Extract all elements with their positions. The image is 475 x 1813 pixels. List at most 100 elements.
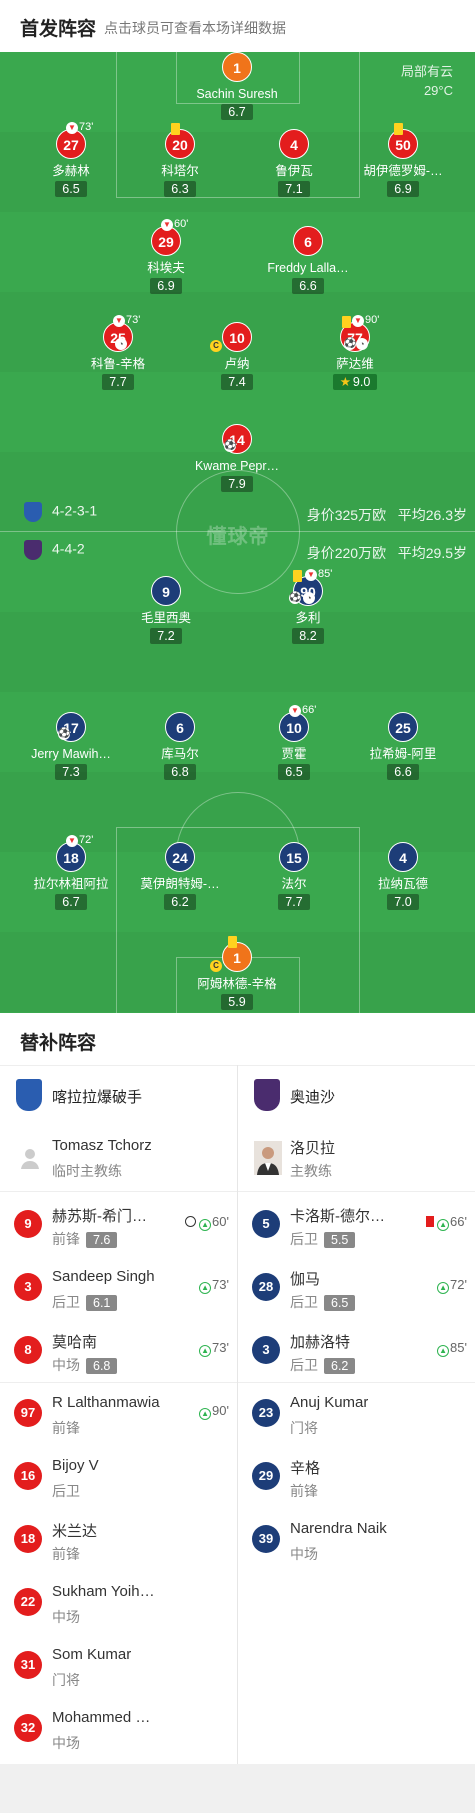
player-marker[interactable]: 1 Sachin Suresh 6.7 [178,52,296,121]
player-marker[interactable]: 4 拉纳瓦德 7.0 [344,842,462,911]
yellow-card-icon [228,936,237,948]
bench-player-row[interactable]: 9 赫苏斯-希门… 前锋 7.6 ▲ 60' [0,1193,237,1256]
bench-player-row[interactable]: 39 Narendra Naik 中场 [238,1508,475,1571]
sub-off-time: ▼ 73' [66,121,93,134]
player-name: 贾霍 [281,747,307,761]
player-marker[interactable]: 10 C 卢纳 7.4 [178,322,296,391]
player-marker[interactable]: 4 鲁伊瓦 7.1 [235,129,353,198]
bench-player-row[interactable]: 18 米兰达 前锋 [0,1508,237,1571]
away-coach[interactable]: 洛贝拉 主教练 [238,1125,475,1191]
player-marker[interactable]: 77 ▼ 90' ⚽ ◔ 萨达维 ★ 9.0 [296,314,414,391]
coach-name: 洛贝拉 [290,1140,336,1157]
player-rating: 6.8 [164,764,196,780]
player-rating: 6.1 [86,1295,118,1311]
coach-avatar-icon [254,1141,282,1175]
coach-avatar-icon [21,1149,39,1169]
player-rating: 6.2 [324,1358,356,1374]
player-rating: 6.9 [150,278,182,294]
player-position: 后卫 5.5 [290,1229,356,1249]
player-number: 25 [388,712,418,742]
bench-player-row[interactable]: 97 R Lalthanmawia 前锋 ▲ 90' [0,1382,237,1445]
player-name: Bijoy V [52,1457,99,1474]
bench-player-row[interactable]: 3 加赫洛特 后卫 6.2 ▲ 85' [238,1319,475,1382]
home-bench-team: 喀拉拉爆破手 [0,1065,237,1125]
player-name: 法尔 [281,877,307,891]
player-marker[interactable]: 9 毛里西奥 7.2 [107,576,225,645]
player-marker[interactable]: 24 莫伊朗特姆-… 6.2 [121,842,239,911]
yellow-card-icon [171,123,180,135]
player-name: Freddy Lalla… [267,261,349,275]
player-rating: 7.9 [221,476,253,492]
assist-icon: ◔ [303,592,315,604]
home-coach[interactable]: Tomasz Tchorz 临时主教练 [0,1125,237,1191]
weather-temp: 29°C [423,83,453,98]
sub-on-icon: ▲ [437,1219,450,1231]
player-marker[interactable]: 18 ▼ 72' 拉尔林祖阿拉 6.7 [12,834,130,911]
sub-off-time: ▼ 85' [305,568,332,581]
player-number: 1 [222,52,252,82]
player-marker[interactable]: 6 Freddy Lalla… 6.6 [249,226,367,295]
player-marker[interactable]: 1 C 阿姆林德-辛格 5.9 [178,936,296,1011]
player-rating: 7.4 [221,374,253,390]
away-team-badge-icon [24,540,42,560]
player-marker[interactable]: 14 ⚽ Kwame Pepr… 7.9 [178,424,296,493]
player-name: 萨达维 [336,357,374,371]
weather-condition: 局部有云 [400,64,453,79]
sub-event: ▲ 73' [199,1340,229,1357]
player-number: 9 [151,576,181,606]
away-team-logo-icon [254,1079,280,1111]
player-name: 科埃夫 [147,261,185,275]
player-name: 阿姆林德-辛格 [197,977,277,991]
player-marker[interactable]: 50 胡伊德罗姆-… 6.9 [344,123,462,198]
bench-player-row[interactable]: 31 Som Kumar 门将 [0,1634,237,1697]
sub-event: ▲ 73' [199,1277,229,1294]
bench-player-row[interactable]: 3 Sandeep Singh 后卫 6.1 ▲ 73' [0,1256,237,1319]
weather-info: 局部有云 29°C [401,62,453,100]
player-name: Som Kumar [52,1646,132,1663]
player-marker[interactable]: 17 ⚽ Jerry Mawih… 7.3 [12,712,130,781]
player-name: 拉尔林祖阿拉 [33,877,109,891]
player-rating: 6.6 [292,278,324,294]
player-marker[interactable]: 29 ▼ 60' 科埃夫 6.9 [107,218,225,295]
player-marker[interactable]: 6 库马尔 6.8 [121,712,239,781]
player-number: 6 [293,226,323,256]
bench-player-row[interactable]: 16 Bijoy V 后卫 [0,1445,237,1508]
pitch: 懂球帝 局部有云 29°C 4-2-3-1 身价325万欧 平均26.3岁 4-… [0,52,475,1013]
player-rating: 6.9 [387,181,419,197]
home-team-logo-icon [16,1079,42,1111]
player-name: 莫哈南 [52,1334,98,1351]
player-marker[interactable]: 25 ▼73' ◔ 科鲁-辛格 7.7 [59,314,177,391]
bench-player-row[interactable]: 23 Anuj Kumar 门将 [238,1382,475,1445]
bench-player-row[interactable]: 8 莫哈南 中场 6.8 ▲ 73' [0,1319,237,1382]
home-team-avg-age: 平均26.3岁 [397,507,467,523]
bench-player-row[interactable]: 32 Mohammed … 中场 [0,1697,237,1760]
goal-icon: ⚽ [344,338,357,350]
player-marker[interactable]: 15 法尔 7.7 [235,842,353,911]
player-name: 科塔尔 [161,164,199,178]
bench-player-row[interactable]: 5 卡洛斯-德尔… 后卫 5.5 ▲ 66' [238,1193,475,1256]
player-marker[interactable]: 25 拉希姆-阿里 6.6 [344,712,462,781]
player-rating: ★ 9.0 [332,374,378,390]
player-number: 50 [388,129,418,159]
player-marker[interactable]: 90 ▼85' ⚽ ◔ 多利 8.2 [249,568,367,645]
bench-player-row[interactable]: 22 Sukham Yoih… 中场 [0,1571,237,1634]
player-marker[interactable]: 10 ▼ 66' 贾霍 6.5 [235,704,353,781]
player-number: 4 [279,129,309,159]
player-name: 莫伊朗特姆-… [140,877,220,891]
player-marker[interactable]: 27 ▼ 73' 多赫林 6.5 [12,121,130,198]
player-position: 中场 [290,1546,318,1562]
player-name: 拉希姆-阿里 [369,747,437,761]
player-name: 辛格 [290,1460,321,1477]
away-team-value: 身价220万欧 [306,545,387,561]
player-rating: 6.7 [55,894,87,910]
bench-player-row[interactable]: 29 辛格 前锋 [238,1445,475,1508]
bench-player-row[interactable]: 28 伽马 后卫 6.5 ▲ 72' [238,1256,475,1319]
player-name: 多利 [295,611,321,625]
sub-off-time: ▼ 73' [113,314,140,327]
player-name: Sukham Yoih… [52,1583,155,1600]
assist-icon: ◔ [356,338,368,350]
player-marker[interactable]: 20 科塔尔 6.3 [121,123,239,198]
red-card-icon [426,1216,435,1227]
sub-off-icon: ▼ [305,569,317,581]
yellow-card-icon [293,570,302,582]
